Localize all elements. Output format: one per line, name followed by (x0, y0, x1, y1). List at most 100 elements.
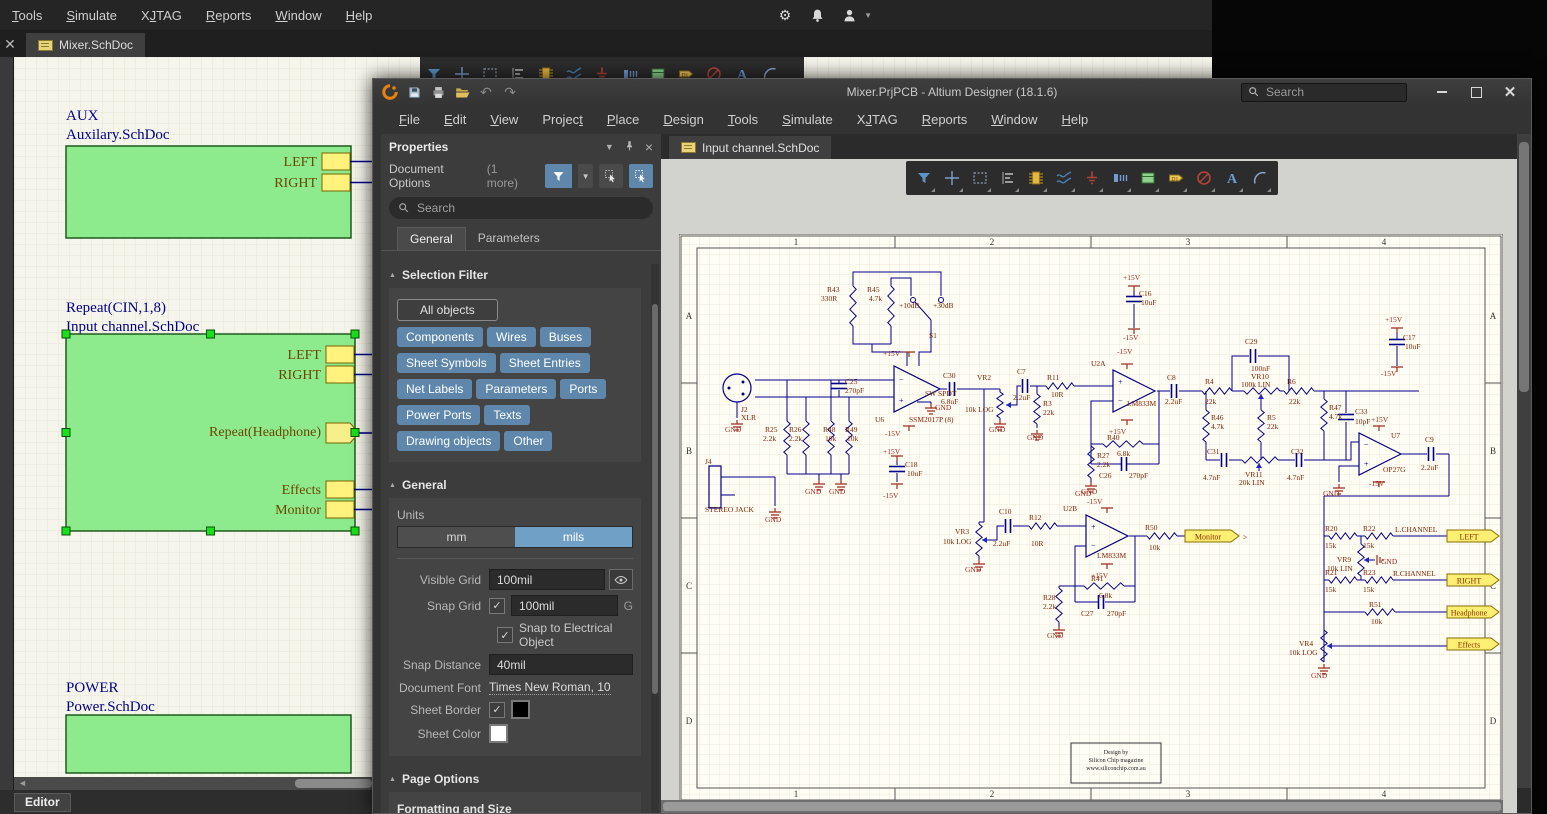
close-button[interactable]: ✕ (1495, 82, 1525, 102)
schematic-sheet[interactable]: 11223344AABBCCDD−++−+−−+Monitor>LEFT>RIG… (679, 234, 1503, 802)
menu-place[interactable]: Place (595, 112, 652, 127)
filter-power-ports-button[interactable]: Power Ports (397, 405, 480, 425)
save-icon[interactable] (405, 83, 423, 101)
select-touching-button[interactable] (629, 164, 653, 188)
place-part-icon[interactable] (1022, 161, 1050, 195)
selection-handle[interactable] (351, 527, 359, 535)
general-section-header[interactable]: ▲General (381, 470, 649, 496)
place-port-icon[interactable]: D1 (1162, 161, 1190, 195)
selection-icon[interactable] (966, 161, 994, 195)
bg-menu-tools[interactable]: Tools (0, 8, 54, 23)
place-no-erc-icon[interactable] (700, 57, 728, 79)
move-icon[interactable] (448, 57, 476, 79)
scroll-left-arrow-icon[interactable]: ◄ (18, 778, 27, 788)
place-power-port-icon[interactable] (1078, 161, 1106, 195)
notifications-bell-icon[interactable] (808, 6, 826, 24)
bg-menu-xjtag[interactable]: XJTAG (129, 8, 194, 23)
menu-project[interactable]: Project (530, 112, 594, 127)
document-vertical-scrollbar[interactable] (1517, 134, 1531, 788)
visible-grid-input[interactable]: 100mil (489, 569, 605, 590)
maximize-button[interactable] (1461, 82, 1491, 102)
close-icon[interactable]: ✕ (2, 36, 18, 53)
selection-filter-header[interactable]: ▲Selection Filter (381, 260, 649, 286)
user-account-icon[interactable] (840, 6, 858, 24)
place-arc-icon[interactable] (1246, 161, 1274, 195)
open-folder-icon[interactable] (453, 83, 471, 101)
editor-button[interactable]: Editor (14, 793, 71, 812)
place-net-label-icon[interactable] (616, 57, 644, 79)
filter-dropdown-icon[interactable]: ▼ (578, 164, 593, 188)
place-text-icon[interactable]: A (1218, 161, 1246, 195)
filter-funnel-button[interactable] (545, 164, 573, 188)
filter-icon[interactable] (420, 57, 448, 79)
place-wire-icon[interactable] (1050, 161, 1078, 195)
place-port-icon[interactable]: D1 (672, 57, 700, 79)
tab-general[interactable]: General (397, 227, 466, 250)
filter-components-button[interactable]: Components (397, 327, 483, 347)
filter-ports-button[interactable]: Ports (560, 379, 606, 399)
place-wire-icon[interactable] (560, 57, 588, 79)
bg-menu-simulate[interactable]: Simulate (54, 8, 129, 23)
filter-buses-button[interactable]: Buses (540, 327, 591, 347)
panel-dropdown-icon[interactable]: ▼ (605, 142, 614, 152)
filter-sheet-entries-button[interactable]: Sheet Entries (500, 353, 590, 373)
schematic-canvas[interactable]: D1 A 11223344AABBCCDD−++−+−−+Monitor>LEFT… (661, 159, 1517, 813)
redo-icon[interactable]: ↷ (501, 83, 519, 101)
settings-gear-icon[interactable]: ⚙ (776, 6, 794, 24)
place-net-label-icon[interactable] (1106, 161, 1134, 195)
menu-window[interactable]: Window (979, 112, 1049, 127)
tab-parameters[interactable]: Parameters (466, 227, 552, 250)
menu-xjtag[interactable]: XJTAG (845, 112, 910, 127)
menu-reports[interactable]: Reports (910, 112, 980, 127)
filter-drawing-objects-button[interactable]: Drawing objects (397, 431, 500, 451)
document-font-value[interactable]: Times New Roman, 10 (489, 680, 611, 695)
bg-menu-window[interactable]: Window (263, 8, 333, 23)
properties-scrollbar[interactable] (651, 264, 659, 813)
place-arc-icon[interactable] (756, 57, 784, 79)
print-icon[interactable] (429, 83, 447, 101)
snap-distance-input[interactable]: 40mil (489, 654, 633, 675)
search-input[interactable]: Search (1241, 83, 1407, 102)
scrollbar-thumb[interactable] (652, 304, 658, 694)
menu-file[interactable]: File (387, 112, 432, 127)
selection-handle[interactable] (351, 429, 359, 437)
selection-handle[interactable] (351, 330, 359, 338)
filter-net-labels-button[interactable]: Net Labels (397, 379, 472, 399)
menu-design[interactable]: Design (651, 112, 715, 127)
selection-icon[interactable] (476, 57, 504, 79)
more-objects-link[interactable]: (1 more) (487, 162, 529, 190)
undo-icon[interactable]: ↶ (477, 83, 495, 101)
document-horizontal-scrollbar[interactable] (661, 800, 1503, 813)
sheet-border-color-swatch[interactable] (511, 700, 530, 719)
move-icon[interactable] (938, 161, 966, 195)
filter-wires-button[interactable]: Wires (487, 327, 536, 347)
snap-grid-input[interactable]: 100mil (511, 595, 618, 616)
menu-edit[interactable]: Edit (432, 112, 478, 127)
filter-all-objects-button[interactable]: All objects (397, 299, 498, 321)
sheet-color-swatch[interactable] (489, 724, 508, 743)
sheet-symbol-repeat-cin-1-8-[interactable]: Repeat(CIN,1,8)Input channel.SchDocLEFTR… (66, 300, 372, 531)
menu-simulate[interactable]: Simulate (770, 112, 845, 127)
menu-tools[interactable]: Tools (716, 112, 770, 127)
select-overlapping-button[interactable] (599, 164, 623, 188)
selection-handle[interactable] (62, 429, 70, 437)
place-part-icon[interactable] (532, 57, 560, 79)
filter-texts-button[interactable]: Texts (484, 405, 530, 425)
tab-input-channel-schdoc[interactable]: Input channel.SchDoc (669, 136, 831, 159)
menu-view[interactable]: View (478, 112, 530, 127)
page-options-header[interactable]: ▲Page Options (381, 764, 649, 790)
align-icon[interactable] (504, 57, 532, 79)
properties-search-input[interactable]: Search (389, 197, 653, 219)
selection-handle[interactable] (207, 330, 215, 338)
units-mils-button[interactable]: mils (515, 527, 632, 547)
selection-handle[interactable] (207, 527, 215, 535)
snap-electrical-checkbox[interactable]: ✓ (497, 627, 513, 643)
filter-icon[interactable] (910, 161, 938, 195)
scrollbar-thumb[interactable] (663, 802, 1501, 811)
filter-other-button[interactable]: Other (504, 431, 552, 451)
scrollbar-thumb[interactable] (1519, 142, 1529, 392)
place-no-erc-icon[interactable] (1190, 161, 1218, 195)
place-sheet-symbol-icon[interactable] (1134, 161, 1162, 195)
place-sheet-symbol-icon[interactable] (644, 57, 672, 79)
selection-handle[interactable] (62, 527, 70, 535)
